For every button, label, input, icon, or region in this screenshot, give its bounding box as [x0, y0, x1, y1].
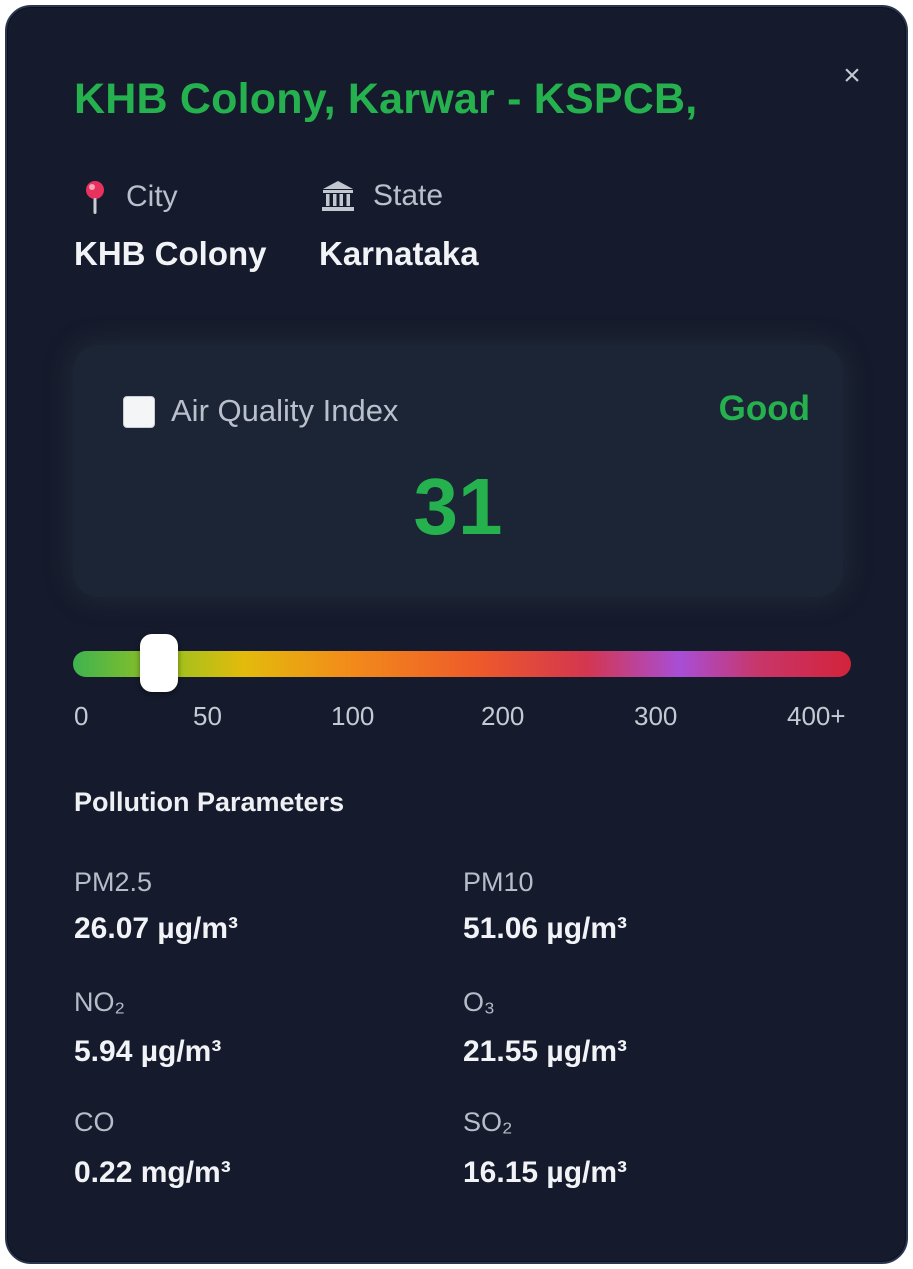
aqi-category: Good: [718, 389, 810, 428]
state-label-row: State: [321, 179, 443, 213]
o3-label: O₃: [463, 987, 495, 1017]
state-value: Karnataka: [319, 235, 479, 272]
no2-value: 5.94 µg/m³: [74, 1035, 222, 1068]
co-value: 0.22 mg/m³: [74, 1156, 231, 1189]
aqi-scale-indicator[interactable]: [139, 634, 178, 692]
scale-tick: 200: [481, 701, 525, 731]
city-label: City: [126, 180, 178, 213]
pm10-value: 51.06 µg/m³: [463, 912, 628, 945]
scale-tick: 400+: [787, 701, 846, 731]
pm25-label: PM2.5: [74, 867, 153, 897]
so2-label: SO₂: [463, 1107, 513, 1137]
close-button[interactable]: ×: [835, 59, 869, 93]
aqi-summary-card: Air Quality Index Good 31: [73, 345, 843, 597]
aqi-scale-bar: [73, 651, 851, 677]
scale-tick: 0: [74, 701, 89, 731]
o3-value: 21.55 µg/m³: [463, 1035, 628, 1068]
city-value: KHB Colony: [74, 235, 267, 272]
no2-label: NO₂: [74, 987, 125, 1017]
station-title: KHB Colony, Karwar - KSPCB,: [74, 75, 698, 123]
so2-value: 16.15 µg/m³: [463, 1156, 628, 1189]
pm25-value: 26.07 µg/m³: [74, 912, 239, 945]
scale-tick: 50: [193, 701, 222, 731]
aqi-label: Air Quality Index: [171, 393, 399, 428]
aqi-station-popup: × KHB Colony, Karwar - KSPCB, City KHB C…: [5, 5, 908, 1264]
aqi-value: 31: [413, 462, 503, 551]
state-label: State: [373, 179, 444, 212]
close-icon: ×: [843, 59, 861, 92]
city-label-row: City: [82, 179, 178, 215]
scale-tick: 100: [331, 701, 375, 731]
government-building-icon: [321, 180, 355, 212]
map-pin-icon: [82, 179, 108, 215]
co-label: CO: [74, 1107, 115, 1137]
pollution-parameters-heading: Pollution Parameters: [74, 787, 345, 817]
aqi-checkbox[interactable]: [123, 396, 155, 428]
scale-tick: 300: [634, 701, 678, 731]
pm10-label: PM10: [463, 867, 534, 897]
